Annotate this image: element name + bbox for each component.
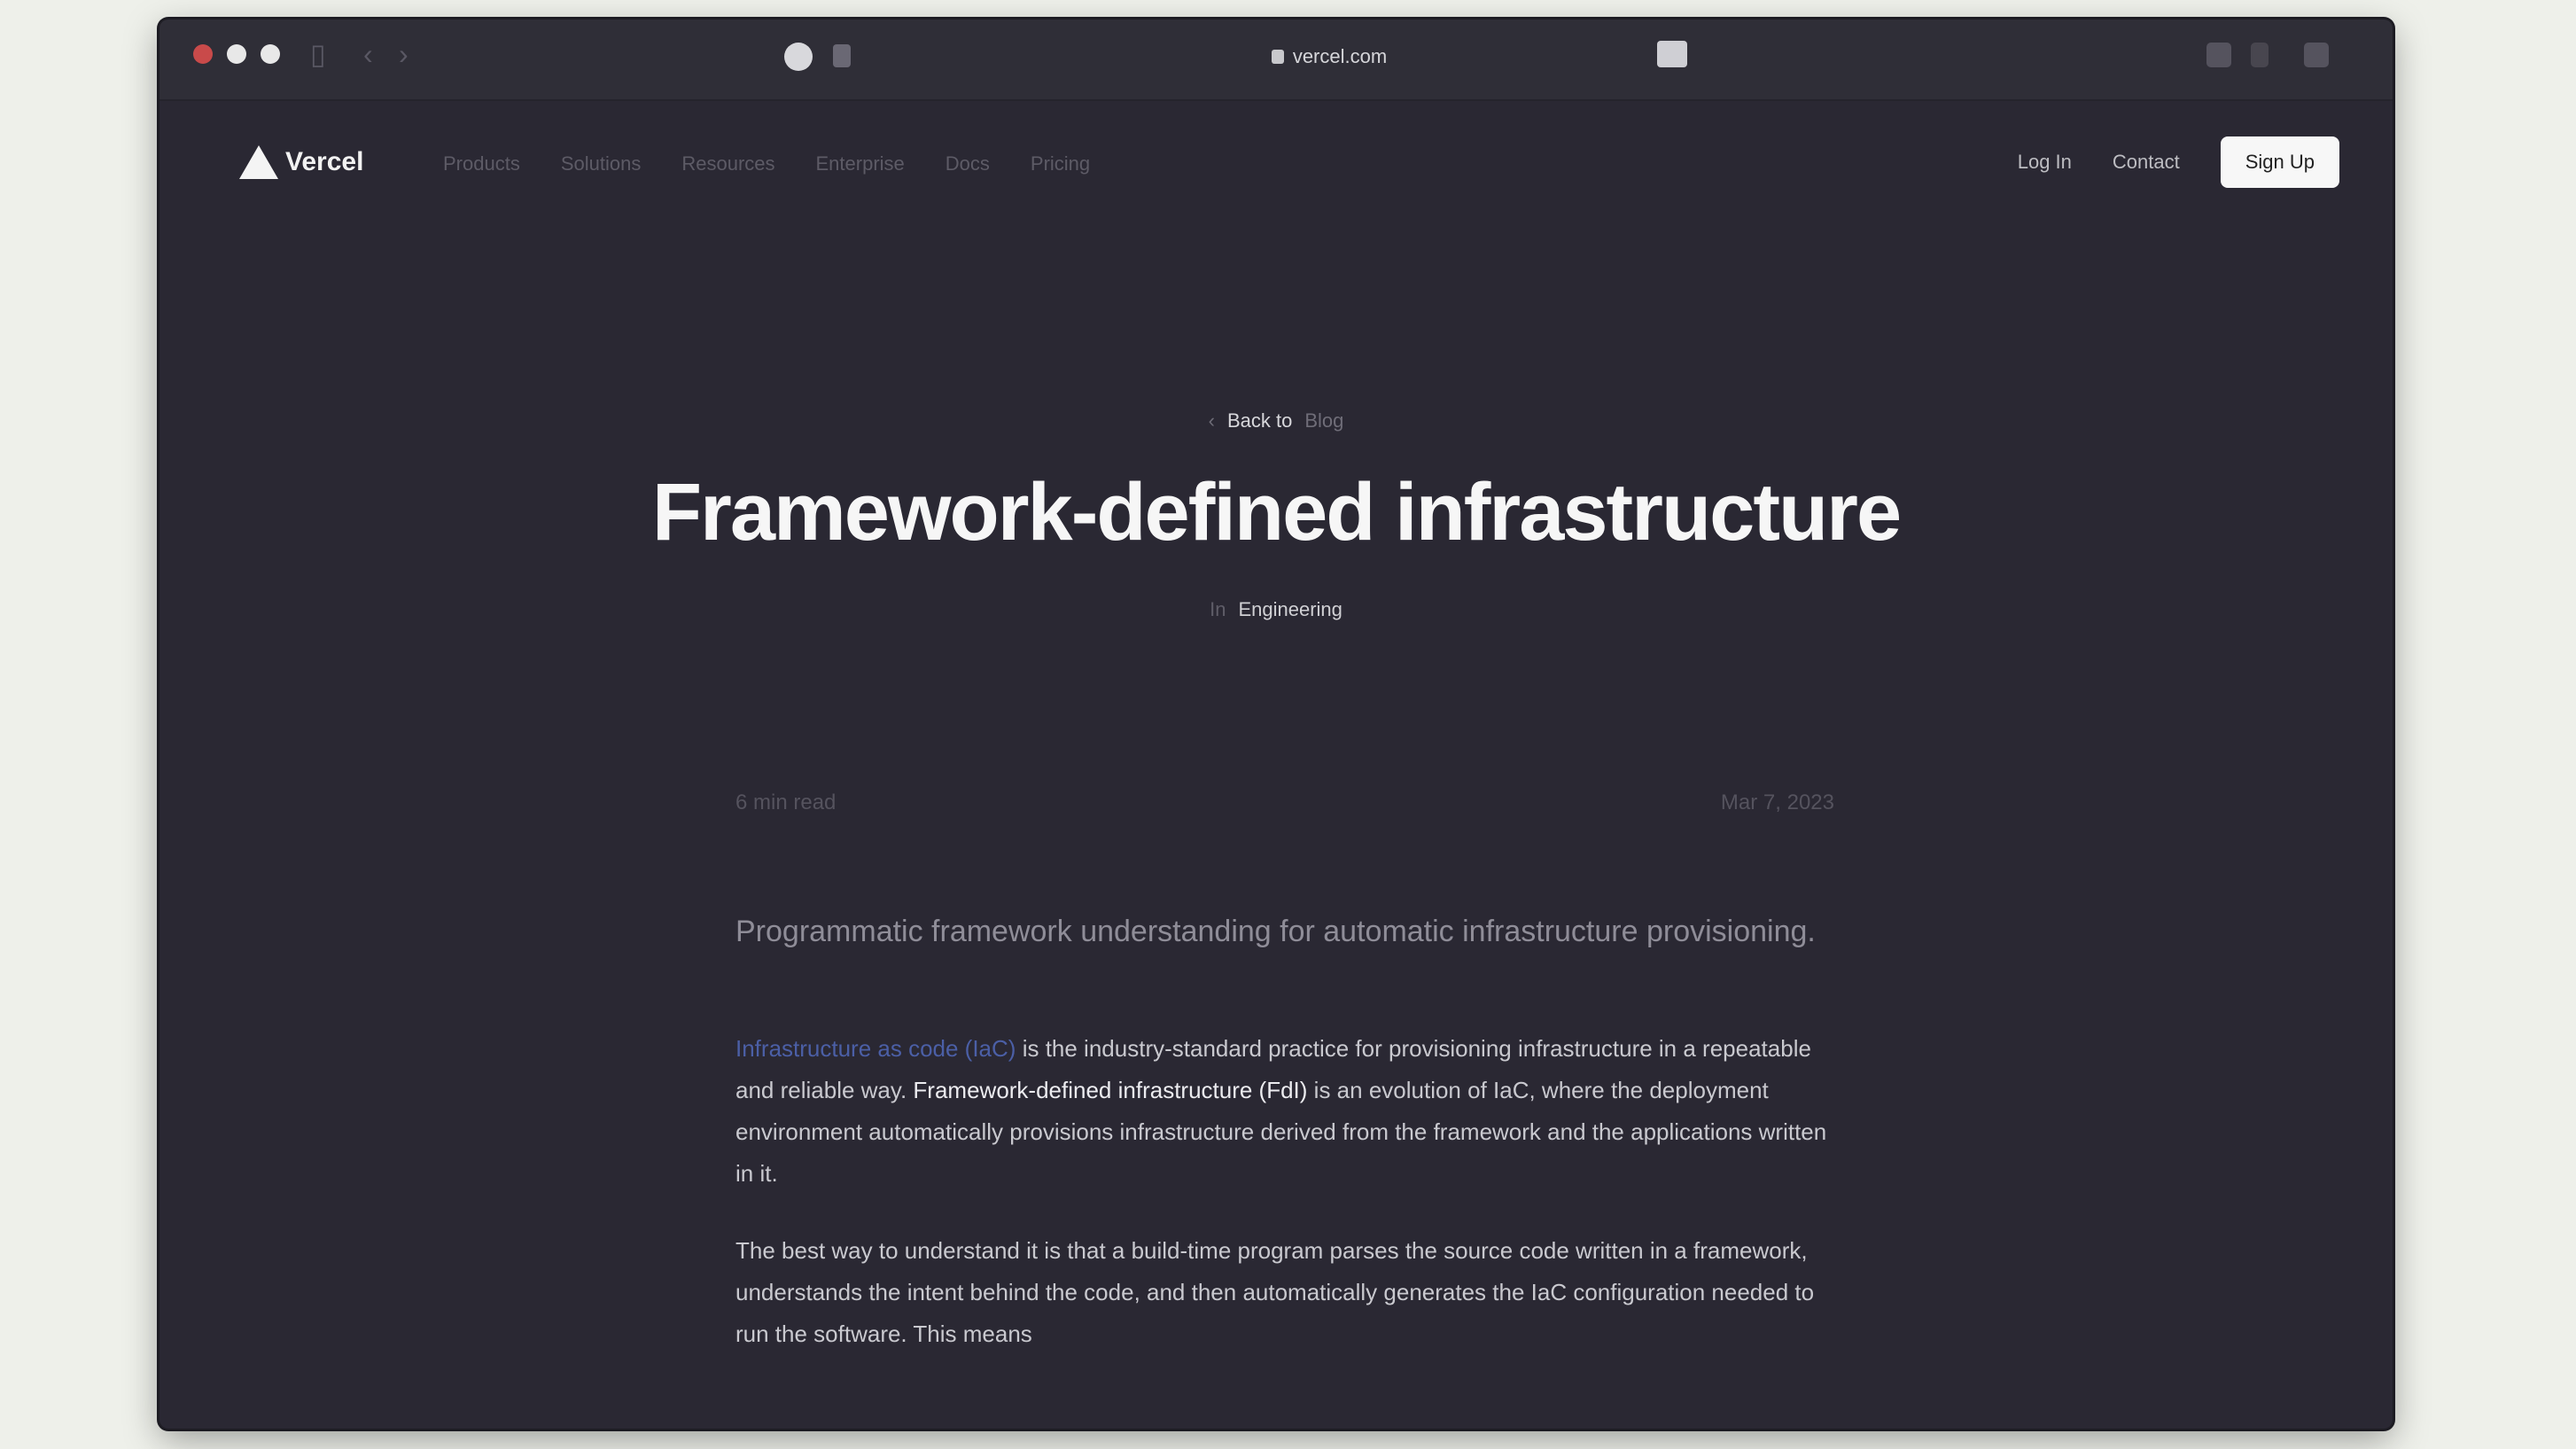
tab-icon[interactable] (1657, 41, 1687, 67)
logo-text: Vercel (285, 147, 364, 176)
publish-date: Mar 7, 2023 (1720, 791, 1834, 814)
article-lead: Programmatic framework understanding for… (735, 915, 1816, 948)
breadcrumb: ‹ Back to Blog (160, 409, 2393, 432)
sidebar-toggle-icon[interactable]: ▯ (310, 39, 326, 69)
close-window-button[interactable] (193, 44, 213, 64)
contact-link[interactable]: Contact (2113, 151, 2180, 174)
forward-arrow-icon[interactable]: › (399, 39, 409, 69)
article-paragraph-2: The best way to understand it is that a … (735, 1237, 1815, 1347)
new-tab-icon[interactable] (2251, 43, 2269, 67)
p1-emphasis: Framework-defined infrastructure (FdI) (913, 1077, 1308, 1103)
byline-prefix: In (1210, 598, 1226, 620)
nav-item-products[interactable]: Products (443, 152, 520, 175)
url-text: vercel.com (1292, 45, 1388, 67)
browser-window: ▯ ‹ › vercel.com Vercel Products Solutio… (160, 19, 2393, 1429)
minimize-window-button[interactable] (227, 44, 246, 64)
address-bar[interactable]: vercel.com (1205, 39, 1453, 74)
breadcrumb-back-link[interactable]: Back to (1227, 409, 1292, 432)
lock-icon (1271, 50, 1284, 64)
nav-item-docs[interactable]: Docs (946, 152, 990, 175)
tabs-overview-icon[interactable] (2304, 43, 2329, 67)
header-actions: Log In Contact Sign Up (2018, 136, 2339, 188)
signup-button[interactable]: Sign Up (2220, 136, 2339, 188)
article-meta: 6 min read Mar 7, 2023 (735, 791, 1834, 815)
category-tag[interactable]: Engineering (1238, 598, 1342, 621)
article-paragraph-1: Infrastructure as code (IaC) is the indu… (735, 1028, 1834, 1195)
maximize-window-button[interactable] (261, 44, 280, 64)
main-nav: Products Solutions Resources Enterprise … (443, 152, 1090, 175)
page-title: Framework-defined infrastructure (651, 467, 1902, 557)
article-body: 6 min read Mar 7, 2023 Programmatic fram… (735, 791, 1834, 1378)
iac-link[interactable]: Infrastructure as code (IaC) (735, 1035, 1016, 1062)
read-time: 6 min read (735, 791, 837, 814)
hero: ‹ Back to Blog Framework-defined infrast… (160, 409, 2393, 621)
nav-item-enterprise[interactable]: Enterprise (816, 152, 905, 175)
byline: In Engineering (160, 598, 2393, 621)
shield-icon[interactable] (833, 44, 851, 67)
browser-titlebar: ▯ ‹ › vercel.com (160, 19, 2393, 101)
breadcrumb-section[interactable]: Blog (1304, 409, 1343, 432)
site-header: Vercel Products Solutions Resources Ente… (160, 101, 2393, 216)
nav-item-resources[interactable]: Resources (681, 152, 774, 175)
login-link[interactable]: Log In (2018, 151, 2072, 174)
back-arrow-icon[interactable]: ‹ (363, 39, 373, 69)
nav-item-pricing[interactable]: Pricing (1031, 152, 1090, 175)
extension-icon[interactable] (784, 43, 813, 71)
vercel-logo[interactable]: Vercel (239, 145, 363, 179)
nav-item-solutions[interactable]: Solutions (561, 152, 642, 175)
vercel-triangle-icon (239, 145, 278, 179)
share-icon[interactable] (2206, 43, 2231, 67)
breadcrumb-back-icon[interactable]: ‹ (1209, 409, 1215, 432)
